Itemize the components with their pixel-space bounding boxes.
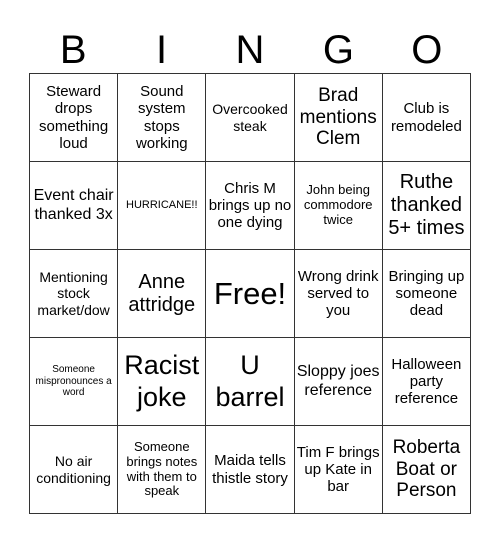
bingo-cell[interactable]: Steward drops something loud — [30, 74, 119, 162]
bingo-cell[interactable]: Overcooked steak — [206, 74, 295, 162]
bingo-cell[interactable]: Anne attridge — [118, 250, 207, 338]
header-letter-n: N — [235, 28, 265, 72]
bingo-cell[interactable]: Sound system stops working — [118, 74, 207, 162]
bingo-cell[interactable]: Brad mentions Clem — [294, 74, 383, 162]
bingo-cell[interactable]: U barrel — [206, 338, 295, 426]
bingo-cell[interactable]: Racist joke — [118, 338, 207, 426]
bingo-cell[interactable]: Someone brings notes with them to speak — [118, 426, 207, 514]
bingo-cell[interactable]: John being commodore twice — [294, 162, 383, 250]
bingo-cell[interactable]: Sloppy joes reference — [294, 338, 383, 426]
bingo-cell[interactable]: HURRICANE!! — [118, 162, 207, 250]
bingo-cell[interactable]: Tim F brings up Kate in bar — [294, 426, 383, 514]
bingo-cell[interactable]: Mentioning stock market/dow — [30, 250, 119, 338]
header-letter-g: G — [322, 28, 354, 72]
free-space-cell[interactable]: Free! — [206, 250, 295, 338]
bingo-cell[interactable]: Wrong drink served to you — [294, 250, 383, 338]
bingo-cell[interactable]: Someone mispronounces a word — [30, 338, 119, 426]
header-letter-o: O — [411, 28, 443, 72]
bingo-cell[interactable]: Ruthe thanked 5+ times — [382, 162, 471, 250]
bingo-cell[interactable]: Maida tells thistle story — [206, 426, 295, 514]
bingo-header: B I N G O — [29, 28, 471, 72]
bingo-cell[interactable]: Event chair thanked 3x — [30, 162, 119, 250]
bingo-card-grid: Steward drops something loud Sound syste… — [29, 73, 471, 514]
bingo-cell[interactable]: Roberta Boat or Person — [382, 426, 471, 514]
header-letter-i: I — [156, 28, 168, 72]
bingo-cell[interactable]: Chris M brings up no one dying — [206, 162, 295, 250]
bingo-cell[interactable]: No air conditioning — [30, 426, 119, 514]
header-letter-b: B — [59, 28, 87, 72]
bingo-cell[interactable]: Club is remodeled — [382, 74, 471, 162]
bingo-cell[interactable]: Bringing up someone dead — [382, 250, 471, 338]
bingo-cell[interactable]: Halloween party reference — [382, 338, 471, 426]
